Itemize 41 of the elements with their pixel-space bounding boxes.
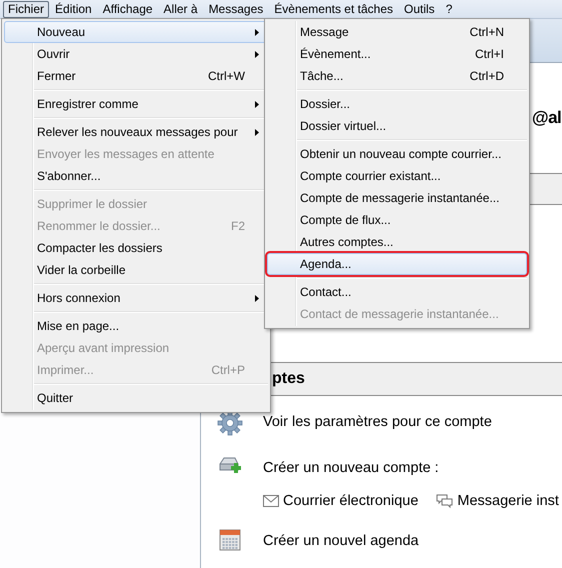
menu-item[interactable]: Relever les nouveaux messages pour: [4, 121, 268, 143]
menu-item[interactable]: Ouvrir: [4, 43, 268, 65]
account-type-link[interactable]: Courrier électronique: [283, 493, 418, 509]
menu-item[interactable]: Compacter les dossiers: [4, 237, 268, 259]
calendar-icon: [219, 529, 241, 551]
menu-bar-item[interactable]: ?: [440, 0, 458, 18]
menu-item[interactable]: Tâche... Ctrl+D: [267, 65, 527, 87]
menu-item[interactable]: Dossier virtuel...: [267, 115, 527, 137]
menu-item[interactable]: S'abonner...: [4, 165, 268, 187]
menu-item[interactable]: Mise en page...: [4, 315, 268, 337]
menu-bar-item[interactable]: Aller à: [158, 0, 203, 18]
menu-item[interactable]: Hors connexion: [4, 287, 268, 309]
menu-bar-item[interactable]: Édition: [50, 0, 97, 18]
menu-item[interactable]: Contact...: [267, 281, 527, 303]
menu-bar-item[interactable]: Messages: [204, 0, 268, 18]
menu-bar-item[interactable]: Évènements et tâches: [269, 0, 398, 18]
action-link[interactable]: Voir les paramètres pour ce compte: [263, 414, 492, 430]
menu-item[interactable]: Dossier...: [267, 93, 527, 115]
menu-bar-item[interactable]: Outils: [399, 0, 440, 18]
menu-item[interactable]: Agenda...: [267, 253, 527, 275]
menu-item[interactable]: Quitter: [4, 387, 268, 409]
menu-item[interactable]: Compte de messagerie instantanée...: [267, 187, 527, 209]
account-title: @al: [532, 108, 562, 128]
menu-item[interactable]: Obtenir un nouveau compte courrier...: [267, 143, 527, 165]
menu-bar-item[interactable]: Affichage: [98, 0, 158, 18]
action-link[interactable]: Créer un nouveau compte :: [263, 460, 559, 476]
action-link[interactable]: Créer un nouvel agenda: [263, 533, 419, 549]
chat-bubbles-icon: [436, 494, 454, 508]
menu-item[interactable]: Autres comptes...: [267, 231, 527, 253]
envelope-icon: [263, 495, 279, 507]
menu-item[interactable]: Évènement... Ctrl+I: [267, 43, 527, 65]
menu-item[interactable]: Vider la corbeille: [4, 259, 268, 281]
menu-item[interactable]: Compte courrier existant...: [267, 165, 527, 187]
menu-item[interactable]: Fermer Ctrl+W: [4, 65, 268, 87]
account-type-link[interactable]: Messagerie inst: [457, 493, 559, 509]
section-title: ptes: [272, 370, 305, 388]
drive-add-icon: [218, 456, 242, 474]
menu-bar-item[interactable]: Fichier: [3, 0, 50, 18]
menu-item[interactable]: Compte de flux...: [267, 209, 527, 231]
menu-item[interactable]: Message Ctrl+N: [267, 21, 527, 43]
menu-item[interactable]: Enregistrer comme: [4, 93, 268, 115]
